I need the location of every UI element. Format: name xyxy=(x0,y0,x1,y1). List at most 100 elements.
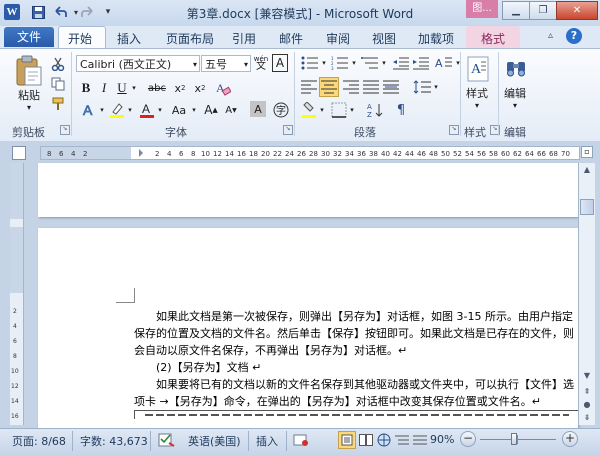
insert-mode[interactable]: 插入 xyxy=(256,433,278,449)
italic-icon[interactable]: I xyxy=(96,80,112,96)
tab-format[interactable]: 格式 xyxy=(481,30,505,47)
tab-references[interactable]: 引用 xyxy=(232,30,256,47)
zoom-slider-thumb[interactable] xyxy=(510,433,517,445)
show-hide-marks-icon[interactable]: ¶ xyxy=(392,101,410,119)
paste-button[interactable]: 粘贴 xyxy=(14,88,44,102)
document-line[interactable]: 如果此文档是第一次被保存，则弹出【另存为】对话框，如图 3-15 所示。由用户指… xyxy=(156,308,573,324)
highlight-dropdown-icon[interactable]: ▾ xyxy=(126,101,134,119)
multilevel-dropdown-icon[interactable]: ▾ xyxy=(380,54,388,72)
draft-view-icon[interactable] xyxy=(412,432,428,448)
font-name-combo[interactable]: Calibri (西文正文) ▾ xyxy=(76,55,200,72)
vertical-scrollbar[interactable]: ▲ ▼ ⇞ ● ⇟ xyxy=(578,163,595,425)
tab-view[interactable]: 视图 xyxy=(372,30,396,47)
multilevel-list-icon[interactable] xyxy=(360,54,380,72)
decrease-indent-icon[interactable] xyxy=(392,54,410,72)
tab-addins[interactable]: 加载项 xyxy=(418,30,454,47)
tab-review[interactable]: 审阅 xyxy=(326,30,350,47)
bold-icon[interactable]: B xyxy=(78,80,94,96)
highlight-color-icon[interactable] xyxy=(108,101,126,119)
subscript-icon[interactable]: x2 xyxy=(172,80,188,96)
styles-icon[interactable]: A xyxy=(466,54,490,84)
justify-icon[interactable] xyxy=(362,78,380,96)
format-painter-icon[interactable] xyxy=(50,96,66,112)
font-color-dropdown-icon[interactable]: ▾ xyxy=(156,101,164,119)
numbering-dropdown-icon[interactable]: ▾ xyxy=(350,54,358,72)
print-layout-view-icon[interactable] xyxy=(338,431,356,449)
superscript-icon[interactable]: x2 xyxy=(192,80,208,96)
styles-button[interactable]: 样式 xyxy=(462,86,492,100)
vertical-ruler[interactable]: 2 4 6 8 10 12 14 16 xyxy=(10,163,24,425)
character-shading-icon[interactable]: A xyxy=(250,101,266,117)
character-border-icon[interactable]: A xyxy=(272,54,288,72)
web-layout-icon[interactable] xyxy=(376,432,392,448)
help-icon[interactable]: ? xyxy=(566,28,582,44)
font-launcher-icon[interactable]: ↘ xyxy=(283,125,293,135)
previous-page-icon[interactable]: ⇞ xyxy=(581,387,593,399)
close-button[interactable]: ✕ xyxy=(556,1,598,20)
page-indicator[interactable]: 页面: 8/68 xyxy=(12,433,66,449)
tab-selector-icon[interactable] xyxy=(12,146,26,160)
bullets-dropdown-icon[interactable]: ▾ xyxy=(320,54,328,72)
shading-icon[interactable] xyxy=(300,101,318,119)
shading-dropdown-icon[interactable]: ▾ xyxy=(318,101,326,119)
zoom-in-button[interactable]: + xyxy=(562,431,578,447)
paste-dropdown-icon[interactable]: ▾ xyxy=(22,102,36,112)
align-left-icon[interactable] xyxy=(300,78,318,96)
language-indicator[interactable]: 英语(美国) xyxy=(188,433,241,449)
zoom-out-button[interactable]: − xyxy=(460,431,476,447)
enclose-characters-icon[interactable]: 字 xyxy=(272,101,290,119)
document-line[interactable]: 会自动以原文件名保存，不再弹出【另存为】对话框。↵ xyxy=(134,342,407,358)
document-line[interactable]: 如果要将已有的文档以新的文件名保存到其他驱动器或文件夹中，可以执行【文件】选 xyxy=(156,376,574,392)
cut-icon[interactable] xyxy=(50,56,66,72)
text-effects-dropdown-icon[interactable]: ▾ xyxy=(98,101,106,119)
change-case-dropdown-icon[interactable]: ▾ xyxy=(190,101,198,119)
increase-indent-icon[interactable] xyxy=(412,54,430,72)
scrollbar-thumb[interactable] xyxy=(580,199,594,215)
underline-icon[interactable]: U xyxy=(114,80,130,96)
customize-qat-icon[interactable]: ▾ xyxy=(100,4,116,20)
paragraph-launcher-icon[interactable]: ↘ xyxy=(449,125,459,135)
borders-dropdown-icon[interactable]: ▾ xyxy=(348,101,356,119)
clear-formatting-icon[interactable]: A xyxy=(214,79,232,97)
tab-insert[interactable]: 插入 xyxy=(117,30,141,47)
sort-icon[interactable]: AZ xyxy=(366,101,384,119)
styles-dropdown-icon[interactable]: ▾ xyxy=(470,100,484,110)
chevron-down-icon[interactable]: ▾ xyxy=(193,56,197,73)
shrink-font-icon[interactable]: A ▼ xyxy=(222,101,240,119)
grow-font-icon[interactable]: A ▲ xyxy=(202,101,220,119)
word-count[interactable]: 字数: 43,673 xyxy=(80,433,148,449)
font-color-icon[interactable]: A xyxy=(138,101,156,119)
bullets-icon[interactable] xyxy=(300,54,320,72)
paste-icon[interactable] xyxy=(14,54,44,88)
scroll-down-icon[interactable]: ▼ xyxy=(581,371,593,383)
redo-icon[interactable] xyxy=(80,4,96,20)
text-effects-icon[interactable]: A xyxy=(80,101,98,119)
zoom-slider-track[interactable] xyxy=(480,439,556,440)
word-app-icon[interactable]: W xyxy=(4,4,20,20)
tab-mailings[interactable]: 邮件 xyxy=(279,30,303,47)
align-center-icon[interactable] xyxy=(319,77,339,97)
underline-dropdown-icon[interactable]: ▾ xyxy=(130,80,138,96)
horizontal-ruler[interactable]: 8642 2468 10 12 14 16 18 20 22 24 26 28 30 32 34 3… xyxy=(40,146,580,160)
previous-page[interactable] xyxy=(38,163,578,217)
document-line[interactable]: (2)【另存为】文档 ↵ xyxy=(156,359,261,375)
strikethrough-icon[interactable]: abc xyxy=(146,80,168,96)
editing-button[interactable]: 编辑 xyxy=(500,86,530,100)
chevron-down-icon[interactable]: ▾ xyxy=(244,56,248,73)
minimize-ribbon-icon[interactable]: ▵ xyxy=(548,30,553,41)
outline-view-icon[interactable] xyxy=(394,432,410,448)
align-right-icon[interactable] xyxy=(342,78,360,96)
scroll-up-icon[interactable]: ▲ xyxy=(581,165,593,177)
zoom-level[interactable]: 90% xyxy=(430,433,454,446)
numbering-icon[interactable]: 123 xyxy=(330,54,350,72)
find-icon[interactable] xyxy=(503,54,529,84)
save-icon[interactable] xyxy=(30,4,46,20)
font-size-combo[interactable]: 五号 ▾ xyxy=(201,55,251,72)
next-page-icon[interactable]: ⇟ xyxy=(581,413,593,425)
line-spacing-icon[interactable] xyxy=(412,78,432,96)
proofing-icon[interactable] xyxy=(158,432,176,448)
distributed-icon[interactable] xyxy=(382,78,400,96)
tab-file[interactable]: 文件 xyxy=(4,27,54,47)
full-screen-reading-icon[interactable] xyxy=(358,432,374,448)
tab-home[interactable]: 开始 xyxy=(68,30,92,47)
